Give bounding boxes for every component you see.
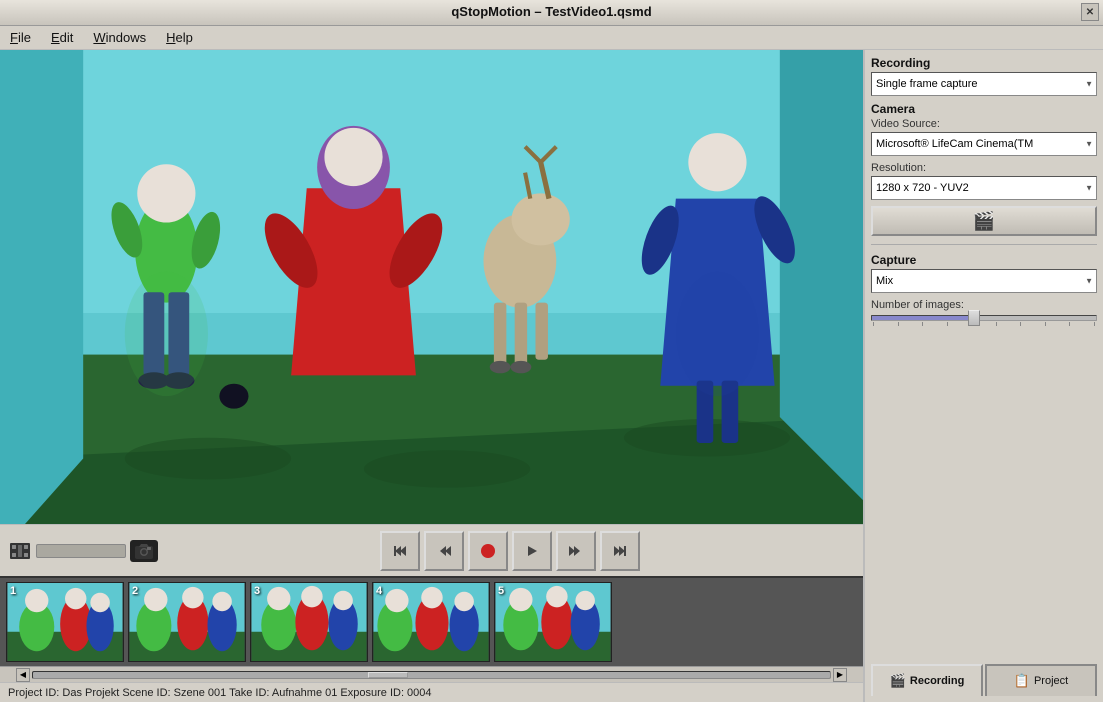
menu-edit[interactable]: Edit xyxy=(45,28,79,47)
frame-number-2: 2 xyxy=(132,585,138,597)
tab-project[interactable]: 📋 Project xyxy=(985,664,1097,696)
status-bar: Project ID: Das Projekt Scene ID: Szene … xyxy=(0,682,863,702)
frame-number-5: 5 xyxy=(498,585,504,597)
menu-help[interactable]: Help xyxy=(160,28,199,47)
video-source-select[interactable]: Microsoft® LifeCam Cinema(TM Webcam xyxy=(871,132,1097,156)
num-images-slider-container xyxy=(871,313,1097,328)
recording-mode-wrapper: Single frame capture Animation Motion Bl… xyxy=(871,72,1097,96)
menu-bar: File Edit Windows Help xyxy=(0,26,1103,50)
recording-mode-select[interactable]: Single frame capture Animation Motion Bl… xyxy=(871,72,1097,96)
frame-number-3: 3 xyxy=(254,585,260,597)
num-images-label: Number of images: xyxy=(871,299,1097,311)
left-area: 1 2 3 4 5 xyxy=(0,50,863,702)
slider-thumb-container xyxy=(871,315,1097,321)
tick-6 xyxy=(996,322,997,326)
tick-7 xyxy=(1020,322,1021,326)
resolution-wrapper: 1280 x 720 - YUV2 640 x 480 - YUV2 320 x… xyxy=(871,176,1097,200)
tick-3 xyxy=(922,322,923,326)
film-strip-icon xyxy=(8,539,32,563)
recording-section: Recording Single frame capture Animation… xyxy=(871,56,1097,96)
window-title: qStopMotion – TestVideo1.qsmd xyxy=(451,4,651,19)
tick-1 xyxy=(873,322,874,326)
filmstrip-thumb-5[interactable]: 5 xyxy=(494,582,612,662)
tick-2 xyxy=(898,322,899,326)
tab-recording-label: Recording xyxy=(910,675,964,687)
capture-section: Capture Mix Camera Animation Number of i… xyxy=(871,253,1097,328)
tab-recording-icon: 🎬 xyxy=(890,673,906,689)
transport-buttons xyxy=(380,531,640,571)
main-content: 1 2 3 4 5 xyxy=(0,50,1103,702)
resolution-select[interactable]: 1280 x 720 - YUV2 640 x 480 - YUV2 320 x… xyxy=(871,176,1097,200)
scroll-right-button[interactable]: ▶ xyxy=(833,668,847,682)
video-source-label: Video Source: xyxy=(871,118,1097,130)
tick-8 xyxy=(1045,322,1046,326)
camera-icon[interactable] xyxy=(130,540,158,562)
camera-label: Camera xyxy=(871,102,1097,116)
tab-project-label: Project xyxy=(1034,675,1068,687)
frame-number-1: 1 xyxy=(10,585,16,597)
filmstrip: 1 2 3 4 5 xyxy=(0,576,863,666)
play-button[interactable] xyxy=(512,531,552,571)
filmstrip-thumb-3[interactable]: 3 xyxy=(250,582,368,662)
menu-file[interactable]: File xyxy=(4,28,37,47)
filmstrip-thumb-4[interactable]: 4 xyxy=(372,582,490,662)
slider-ticks xyxy=(871,322,1097,326)
tick-4 xyxy=(947,322,948,326)
capture-label: Capture xyxy=(871,253,1097,267)
tab-project-icon: 📋 xyxy=(1014,673,1030,689)
transport-left xyxy=(8,539,158,563)
prev-frame-button[interactable] xyxy=(424,531,464,571)
horizontal-scrollbar[interactable]: ◀ ▶ xyxy=(0,666,863,682)
panel-tabs: 🎬 Recording 📋 Project xyxy=(871,664,1097,696)
scrollbar-track[interactable] xyxy=(32,671,831,679)
status-text: Project ID: Das Projekt Scene ID: Szene … xyxy=(8,687,432,699)
capture-mode-select[interactable]: Mix Camera Animation xyxy=(871,269,1097,293)
recording-label: Recording xyxy=(871,56,1097,70)
close-button[interactable]: ✕ xyxy=(1081,3,1099,21)
tab-recording[interactable]: 🎬 Recording xyxy=(871,664,983,696)
filmstrip-thumb-2[interactable]: 2 xyxy=(128,582,246,662)
record-button[interactable] xyxy=(468,531,508,571)
skip-to-end-button[interactable] xyxy=(600,531,640,571)
panel-divider xyxy=(871,244,1097,245)
scene-view xyxy=(0,50,863,524)
filmstrip-thumb-1[interactable]: 1 xyxy=(6,582,124,662)
tick-10 xyxy=(1094,322,1095,326)
menu-windows[interactable]: Windows xyxy=(87,28,152,47)
frame-number-4: 4 xyxy=(376,585,382,597)
tick-9 xyxy=(1069,322,1070,326)
camera-settings-button[interactable]: 🎬 xyxy=(871,206,1097,236)
video-area xyxy=(0,50,863,524)
film-position-slider[interactable] xyxy=(36,544,126,558)
capture-mode-wrapper: Mix Camera Animation xyxy=(871,269,1097,293)
right-panel: Recording Single frame capture Animation… xyxy=(863,50,1103,702)
video-source-wrapper: Microsoft® LifeCam Cinema(TM Webcam xyxy=(871,132,1097,156)
scrollbar-thumb[interactable] xyxy=(368,672,408,678)
next-frame-button[interactable] xyxy=(556,531,596,571)
resolution-label: Resolution: xyxy=(871,162,1097,174)
camera-section: Camera Video Source: Microsoft® LifeCam … xyxy=(871,102,1097,236)
num-images-slider-thumb[interactable] xyxy=(968,310,980,326)
skip-to-start-button[interactable] xyxy=(380,531,420,571)
scroll-left-button[interactable]: ◀ xyxy=(16,668,30,682)
title-bar: qStopMotion – TestVideo1.qsmd ✕ xyxy=(0,0,1103,26)
transport-bar xyxy=(0,524,863,576)
